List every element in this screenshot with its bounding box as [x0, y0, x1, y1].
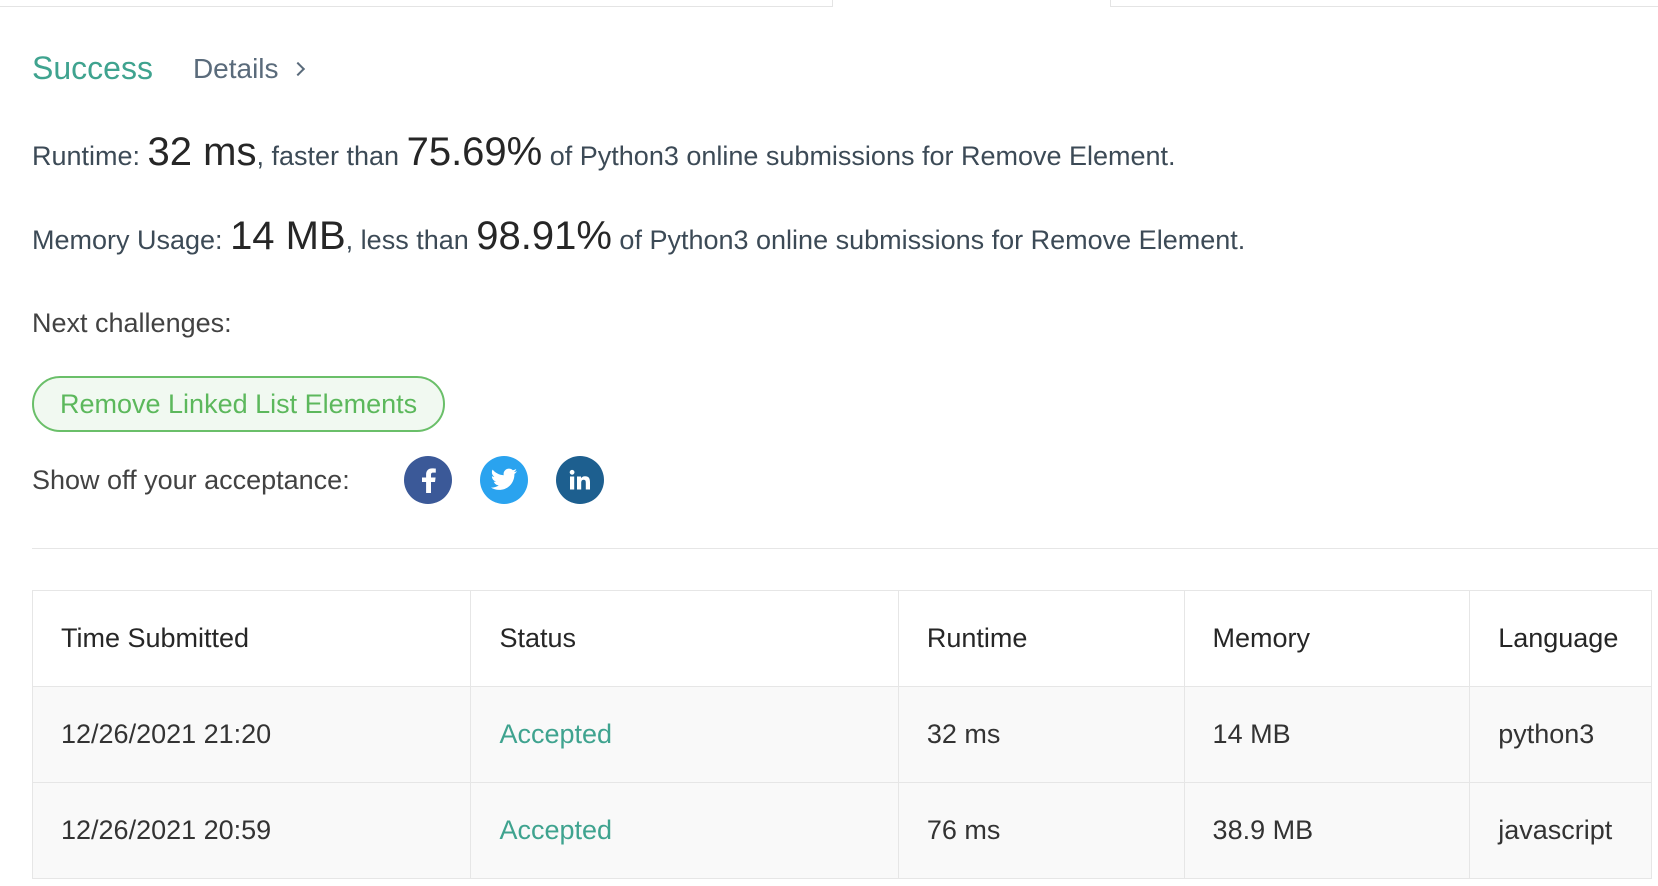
header-status: Status [471, 591, 899, 686]
challenge-button[interactable]: Remove Linked List Elements [32, 376, 446, 432]
header-runtime: Runtime [899, 591, 1185, 686]
table-row: 12/26/2021 20:59 Accepted 76 ms 38.9 MB … [33, 783, 1651, 879]
result-header: Success Details [32, 50, 305, 87]
tab-divider [832, 0, 833, 7]
runtime-label: Runtime: [32, 141, 148, 171]
status-success: Success [32, 50, 153, 86]
cell-language: javascript [1498, 815, 1613, 845]
cell-time: 12/26/2021 20:59 [33, 783, 472, 878]
next-challenges-label: Next challenges: [32, 308, 232, 338]
table-header-row: Time Submitted Status Runtime Memory Lan… [33, 591, 1651, 687]
cell-status-link[interactable]: Accepted [471, 783, 899, 878]
memory-suffix: of Python3 online submissions for Remove… [611, 225, 1246, 255]
cell-language: python3 [1498, 719, 1595, 749]
header-language: Language [1498, 623, 1619, 653]
linkedin-icon[interactable] [555, 456, 604, 504]
table-row: 12/26/2021 21:20 Accepted 32 ms 14 MB py… [33, 687, 1651, 783]
submissions-table: Time Submitted Status Runtime Memory Lan… [32, 590, 1652, 879]
memory-middle: , less than [345, 225, 477, 255]
runtime-stat: Runtime: 32 ms, faster than 75.69% of Py… [32, 130, 1176, 175]
memory-percent: 98.91% [476, 214, 612, 258]
twitter-icon[interactable] [479, 456, 528, 504]
chevron-right-icon [290, 61, 305, 76]
runtime-value: 32 ms [147, 130, 257, 174]
share-row: Show off your acceptance: [32, 456, 604, 504]
tab-underline-left [0, 6, 832, 7]
share-label: Show off your acceptance: [32, 464, 350, 495]
cell-memory: 14 MB [1185, 687, 1471, 782]
section-divider [32, 548, 1658, 549]
runtime-percent: 75.69% [406, 130, 543, 174]
memory-stat: Memory Usage: 14 MB, less than 98.91% of… [32, 214, 1245, 259]
memory-value: 14 MB [230, 214, 346, 258]
tab-underline-right [1110, 6, 1658, 7]
cell-time: 12/26/2021 21:20 [33, 687, 472, 782]
tab-bar [0, 0, 1658, 8]
header-time-submitted: Time Submitted [33, 591, 472, 686]
memory-label: Memory Usage: [32, 225, 231, 255]
header-memory: Memory [1185, 591, 1471, 686]
cell-memory: 38.9 MB [1185, 783, 1471, 878]
cell-runtime: 32 ms [899, 687, 1185, 782]
runtime-suffix: of Python3 online submissions for Remove… [542, 141, 1176, 171]
details-label: Details [192, 52, 279, 84]
details-link[interactable]: Details [192, 52, 305, 85]
cell-status-link[interactable]: Accepted [471, 687, 899, 782]
cell-runtime: 76 ms [899, 783, 1185, 878]
facebook-icon[interactable] [403, 456, 452, 504]
runtime-middle: , faster than [256, 141, 407, 171]
